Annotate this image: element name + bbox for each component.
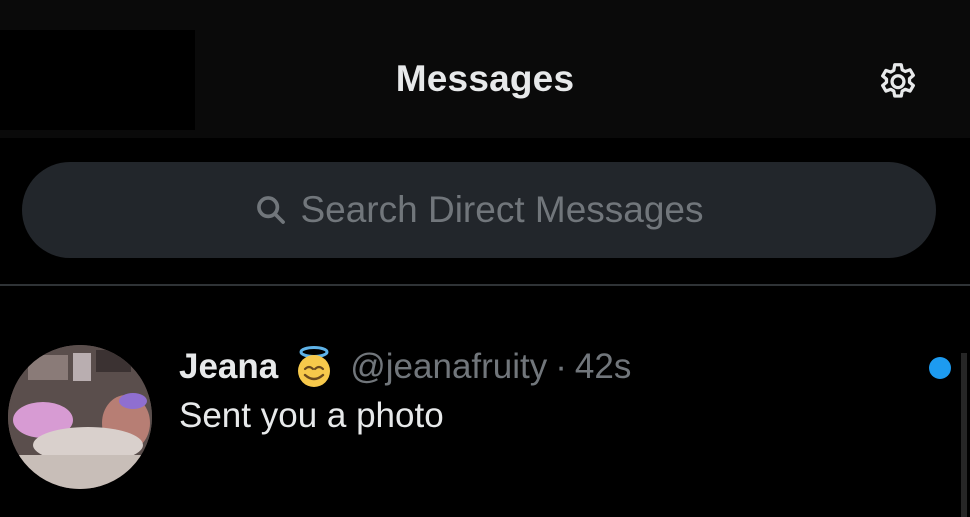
search-icon xyxy=(257,196,286,224)
contact-handle: @jeanafruity xyxy=(350,347,548,386)
separator-dot: · xyxy=(555,347,567,386)
conversation-item[interactable]: Jeana @jeanafruity · 42s Sent you a phot… xyxy=(0,300,970,517)
scrollbar[interactable] xyxy=(961,353,967,517)
avatar[interactable] xyxy=(8,345,152,489)
page-title: Messages xyxy=(395,58,575,99)
unread-indicator xyxy=(929,357,951,379)
search-bar[interactable]: Search Direct Messages xyxy=(22,162,936,258)
search-placeholder: Search Direct Messages xyxy=(300,189,704,230)
timestamp: 42s xyxy=(574,347,632,386)
conversation-header: Jeana @jeanafruity · 42s xyxy=(179,346,631,388)
top-bar: Messages xyxy=(0,0,970,138)
divider xyxy=(0,284,970,286)
message-preview: Sent you a photo xyxy=(179,396,444,435)
settings-button[interactable] xyxy=(872,57,924,109)
smiling-face-with-halo-icon xyxy=(298,346,331,387)
contact-name: Jeana xyxy=(179,347,279,386)
gear-icon xyxy=(881,63,915,98)
